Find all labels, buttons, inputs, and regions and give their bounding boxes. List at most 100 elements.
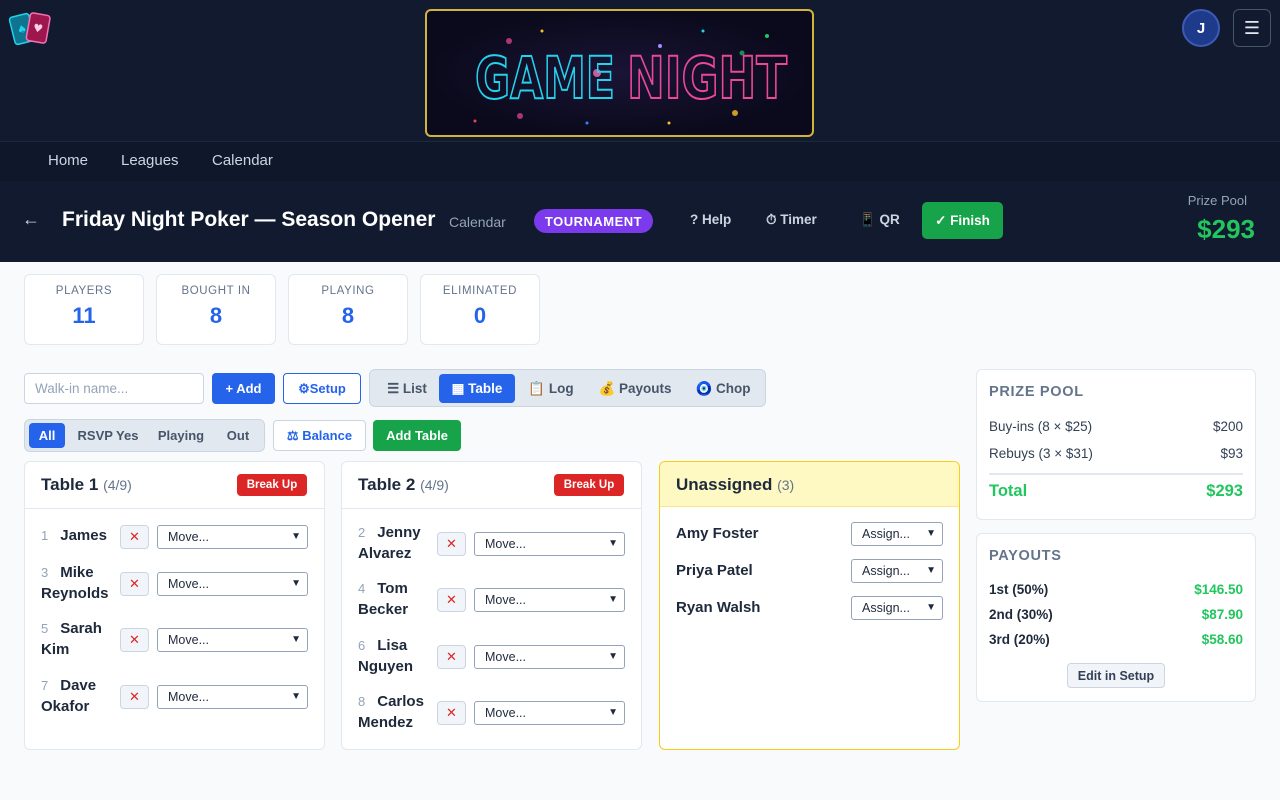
break-up-button[interactable]: Break Up	[237, 474, 307, 496]
player-last-name: Kim	[41, 641, 70, 658]
chevron-down-icon: ▼	[926, 565, 936, 576]
avatar[interactable]: J	[1182, 9, 1220, 47]
stat-label: ELIMINATED	[442, 285, 518, 297]
player-name: Priya Patel	[676, 562, 753, 579]
unassigned-row: Priya Patel Assign... ▼	[676, 559, 944, 583]
payout-row: 1st (50%) $146.50	[989, 582, 1243, 597]
assign-select[interactable]: Assign... ▼	[851, 559, 943, 583]
stat-value: 0	[473, 303, 487, 328]
prize-row-label: Rebuys (3 × $31)	[989, 446, 1093, 461]
tab-payouts[interactable]: 💰 Payouts	[590, 374, 680, 403]
add-player-button[interactable]: + Add	[212, 373, 275, 404]
payout-row: 2nd (30%) $87.90	[989, 607, 1243, 622]
payout-amount: $146.50	[1194, 582, 1243, 597]
remove-player-icon[interactable]: ✕	[120, 628, 149, 652]
walkin-name-input[interactable]	[24, 373, 204, 404]
table-card-1: Table 1 (4/9) Break Up 1 James ✕ Move... ▼…	[24, 461, 325, 750]
stat-value: 11	[72, 303, 96, 328]
view-tabs: ☰ List ▦ Table 📋 Log 💰 Payouts 🧿 Chop	[369, 369, 766, 407]
add-table-button[interactable]: Add Table	[373, 420, 461, 451]
table-seat-count: (4/9)	[103, 477, 132, 493]
setup-button[interactable]: ⚙Setup	[283, 373, 361, 404]
qr-button[interactable]: 📱 QR	[859, 212, 900, 228]
player-name: 8 Carlos Mendez	[358, 691, 434, 733]
player-last-name: Reynolds	[41, 585, 109, 602]
unassigned-label: Unassigned	[676, 475, 773, 494]
filter-playing[interactable]: Playing	[151, 423, 211, 448]
filter-rsvp-yes[interactable]: RSVP Yes	[71, 423, 145, 448]
remove-player-icon[interactable]: ✕	[437, 645, 466, 669]
event-subtitle-link[interactable]: Calendar	[449, 214, 506, 230]
nav-home[interactable]: Home	[48, 152, 88, 169]
assign-select[interactable]: Assign... ▼	[851, 522, 943, 546]
payout-amount: $58.60	[1201, 632, 1243, 647]
move-select[interactable]: Move... ▼	[157, 525, 308, 549]
filter-all[interactable]: All	[29, 423, 65, 448]
tab-log[interactable]: 📋 Log	[520, 374, 582, 403]
unassigned-title: Unassigned (3)	[676, 475, 794, 495]
move-select[interactable]: Move... ▼	[157, 628, 308, 652]
filter-out[interactable]: Out	[219, 423, 257, 448]
payout-label: 1st (50%)	[989, 582, 1049, 597]
move-select[interactable]: Move... ▼	[157, 685, 308, 709]
move-select[interactable]: Move... ▼	[157, 572, 308, 596]
assign-select[interactable]: Assign... ▼	[851, 596, 943, 620]
player-first-name: Dave	[60, 677, 97, 694]
player-name: 5 Sarah Kim	[41, 618, 117, 660]
move-select[interactable]: Move... ▼	[474, 701, 625, 725]
chevron-down-icon: ▼	[608, 651, 618, 662]
player-first-name: Lisa	[377, 637, 408, 654]
nav-calendar[interactable]: Calendar	[212, 152, 273, 169]
hamburger-menu-icon[interactable]: ☰	[1233, 9, 1271, 47]
remove-player-icon[interactable]: ✕	[120, 572, 149, 596]
help-button[interactable]: ? Help	[690, 212, 731, 227]
event-title: Friday Night Poker — Season Opener	[62, 208, 436, 231]
stat-value: 8	[209, 303, 223, 328]
unassigned-count: (3)	[777, 477, 795, 493]
edit-in-setup-button[interactable]: Edit in Setup	[1067, 663, 1165, 688]
player-name: 7 Dave Okafor	[41, 675, 117, 717]
tab-chop[interactable]: 🧿 Chop	[688, 374, 758, 403]
move-select[interactable]: Move... ▼	[474, 645, 625, 669]
player-first-name: Tom	[377, 580, 408, 597]
nav-leagues[interactable]: Leagues	[121, 152, 179, 169]
remove-player-icon[interactable]: ✕	[437, 532, 466, 556]
prize-row: Rebuys (3 × $31) $93	[989, 446, 1243, 461]
unassigned-card: Unassigned (3) Amy Foster Assign... ▼ Pri…	[659, 461, 960, 750]
move-select-value: Move...	[168, 577, 209, 591]
finish-button[interactable]: ✓ Finish	[922, 202, 1003, 239]
move-select-value: Move...	[168, 690, 209, 704]
panel-title: PAYOUTS	[989, 548, 1062, 564]
table-card-2: Table 2 (4/9) Break Up 2 Jenny Alvarez ✕ …	[341, 461, 642, 750]
timer-button[interactable]: ⏱ Timer	[766, 212, 817, 228]
move-select[interactable]: Move... ▼	[474, 588, 625, 612]
player-name: Ryan Walsh	[676, 599, 761, 616]
stat-playing: PLAYING 8	[288, 274, 408, 345]
player-first-name: James	[60, 527, 107, 544]
tab-table[interactable]: ▦ Table	[439, 374, 515, 403]
chevron-down-icon: ▼	[291, 634, 301, 645]
event-bar: ← Friday Night Poker — Season Opener Cal…	[0, 181, 1280, 262]
assign-select-value: Assign...	[862, 527, 910, 541]
remove-player-icon[interactable]: ✕	[437, 588, 466, 612]
top-header: ♠ ♥ GAME NIGHT J ☰	[0, 0, 1280, 141]
move-select-value: Move...	[485, 706, 526, 720]
remove-player-icon[interactable]: ✕	[437, 701, 466, 725]
prize-pool-panel: PRIZE POOL Buy-ins (8 × $25) $200 Rebuys…	[976, 369, 1256, 520]
tab-list[interactable]: ☰ List	[377, 374, 437, 403]
tournament-badge: TOURNAMENT	[534, 209, 653, 233]
cards-logo-icon[interactable]: ♠ ♥	[8, 9, 52, 47]
break-up-button[interactable]: Break Up	[554, 474, 624, 496]
table-seat-count: (4/9)	[420, 477, 449, 493]
remove-player-icon[interactable]: ✕	[120, 685, 149, 709]
move-select-value: Move...	[485, 593, 526, 607]
back-arrow-icon[interactable]: ←	[22, 209, 40, 230]
player-name: 6 Lisa Nguyen	[358, 635, 434, 677]
seat-number: 1	[41, 528, 49, 543]
stat-value: 8	[341, 303, 355, 328]
balance-button[interactable]: ⚖ Balance	[273, 420, 366, 451]
panel-title: PRIZE POOL	[989, 384, 1084, 400]
prize-row-value: $200	[1212, 419, 1243, 434]
remove-player-icon[interactable]: ✕	[120, 525, 149, 549]
move-select[interactable]: Move... ▼	[474, 532, 625, 556]
